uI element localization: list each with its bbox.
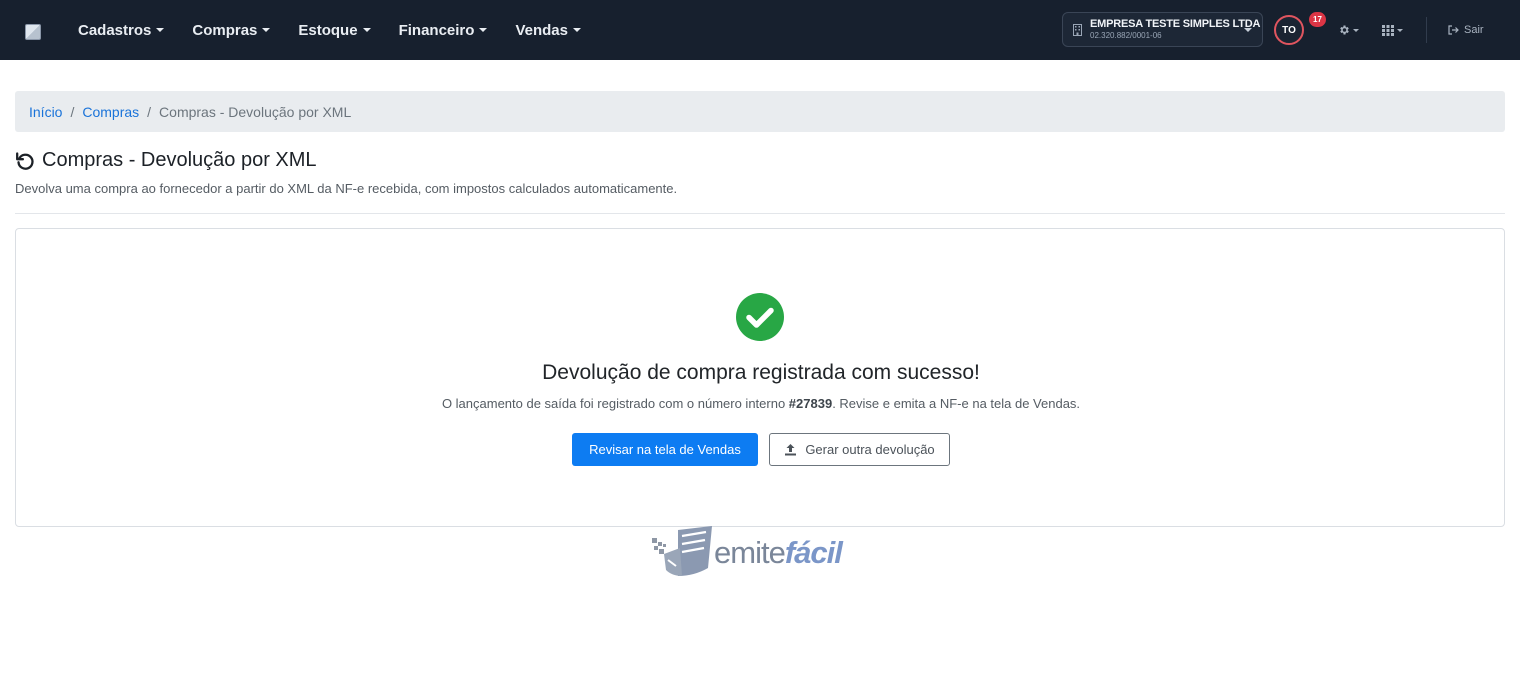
- grid-icon: [1382, 24, 1394, 36]
- nav-item-vendas[interactable]: Vendas: [501, 0, 595, 60]
- chevron-down-icon: [479, 28, 488, 32]
- chevron-down-icon: [1244, 28, 1252, 32]
- logo-text-facil: fácil: [784, 535, 843, 570]
- logout-label: Sair: [1464, 24, 1484, 36]
- chevron-down-icon: [156, 28, 165, 32]
- main-menu: Cadastros Compras Estoque Financeiro Ven…: [64, 0, 595, 60]
- logout-button[interactable]: Sair: [1448, 20, 1484, 40]
- navbar-divider: [1426, 17, 1427, 43]
- breadcrumb-separator: /: [70, 103, 75, 120]
- settings-menu-button[interactable]: [1338, 20, 1359, 40]
- user-avatar[interactable]: TO: [1274, 15, 1304, 45]
- new-return-button[interactable]: Gerar outra devolução: [769, 433, 950, 466]
- nav-item-financeiro[interactable]: Financeiro: [385, 0, 502, 60]
- document-logo-icon: [652, 526, 712, 576]
- notification-badge[interactable]: 17: [1309, 12, 1326, 27]
- company-selector[interactable]: EMPRESA TESTE SIMPLES LTDA 02.320.882/00…: [1062, 12, 1263, 47]
- company-name: EMPRESA TESTE SIMPLES LTDA: [1090, 18, 1261, 30]
- breadcrumb-link-inicio[interactable]: Início: [29, 104, 62, 120]
- breadcrumb-current: Compras - Devolução por XML: [159, 103, 352, 120]
- check-circle-icon: [736, 293, 784, 341]
- chevron-down-icon: [362, 28, 371, 32]
- apps-menu-button[interactable]: [1382, 20, 1403, 40]
- gear-icon: [1340, 25, 1349, 35]
- nav-item-compras[interactable]: Compras: [178, 0, 284, 60]
- success-message-start: O lançamento de saída foi registrado com…: [441, 396, 789, 411]
- page-title: Compras - Devolução por XML: [15, 147, 317, 173]
- divider: [15, 213, 1505, 214]
- breadcrumb-link-compras[interactable]: Compras: [82, 104, 139, 120]
- internal-number: #27839: [788, 396, 833, 411]
- nav-item-label: Cadastros: [78, 21, 152, 39]
- broken-image-icon: [25, 24, 41, 40]
- new-return-label: Gerar outra devolução: [805, 442, 935, 457]
- success-message: O lançamento de saída foi registrado com…: [16, 396, 1506, 411]
- breadcrumb-separator: /: [147, 103, 152, 120]
- nav-item-label: Compras: [192, 21, 258, 39]
- company-cnpj: 02.320.882/0001-06: [1090, 31, 1162, 40]
- chevron-down-icon: [262, 28, 271, 32]
- nav-item-label: Vendas: [515, 21, 568, 39]
- review-sales-button[interactable]: Revisar na tela de Vendas: [572, 433, 758, 466]
- chevron-down-icon: [1353, 28, 1359, 32]
- logo-text-emite: emite: [714, 535, 786, 570]
- top-navbar: Cadastros Compras Estoque Financeiro Ven…: [0, 0, 1520, 60]
- nav-item-estoque[interactable]: Estoque: [284, 0, 384, 60]
- success-card: Devolução de compra registrada com suces…: [15, 228, 1505, 527]
- nav-item-cadastros[interactable]: Cadastros: [64, 0, 178, 60]
- upload-icon: [785, 444, 797, 456]
- building-icon: [1073, 23, 1082, 36]
- breadcrumb: Início / Compras / Compras - Devolução p…: [15, 91, 1505, 132]
- success-message-end: . Revise e emita a NF-e na tela de Venda…: [832, 396, 1081, 411]
- undo-icon: [16, 151, 34, 170]
- brand-logo[interactable]: [25, 24, 41, 40]
- nav-item-label: Financeiro: [398, 21, 475, 39]
- success-title: Devolução de compra registrada com suces…: [542, 361, 980, 384]
- page-subtitle: Devolva uma compra ao fornecedor a parti…: [15, 181, 678, 196]
- logo-wordmark: emite fácil: [714, 524, 843, 570]
- nav-item-label: Estoque: [298, 21, 358, 39]
- emitefacil-logo: emite fácil: [650, 524, 872, 580]
- chevron-down-icon: [572, 28, 581, 32]
- chevron-down-icon: [1397, 28, 1403, 32]
- sign-out-icon: [1448, 25, 1459, 35]
- page-title-text: Compras - Devolução por XML: [42, 148, 317, 171]
